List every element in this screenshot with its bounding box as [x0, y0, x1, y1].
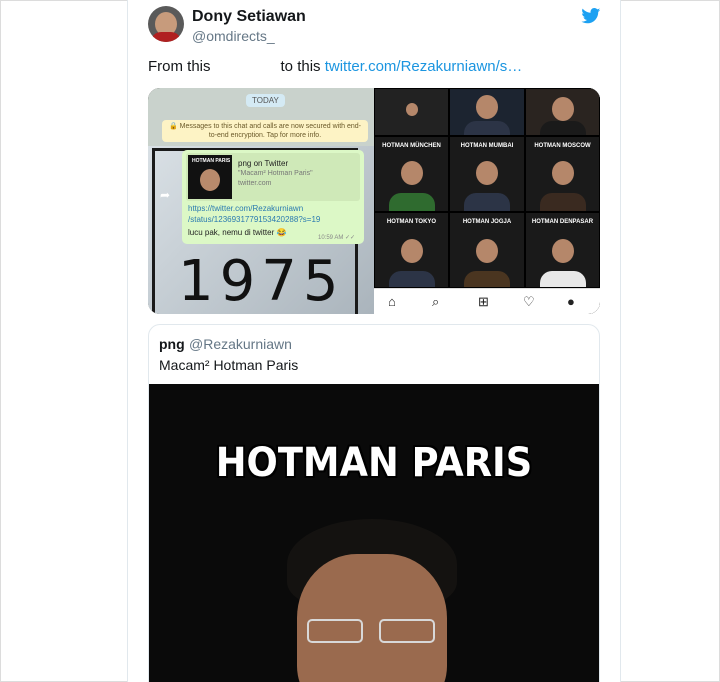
tile-portrait — [405, 103, 418, 116]
quoted-author-handle: @Rezakurniawn — [189, 336, 292, 352]
tile-suit — [464, 271, 510, 287]
portrait-tile — [449, 88, 525, 136]
collage-tile — [374, 88, 449, 136]
tile-suit — [388, 271, 435, 287]
quoted-tweet[interactable]: png @Rezakurniawn Macam² Hotman Paris HO… — [148, 324, 600, 682]
tile-moscow: HOTMAN MOSCOW — [525, 136, 600, 212]
heart-icon: ♡ — [523, 294, 535, 309]
search-icon: ⌕ — [432, 294, 440, 309]
tile-portrait — [551, 97, 574, 121]
media-grid[interactable]: TODAY 🔒 Messages to this chat and calls … — [148, 88, 600, 314]
message-link: https://twitter.com/Rezakurniawn /status… — [188, 203, 320, 225]
tile-suit — [464, 121, 510, 135]
tile-portrait — [476, 95, 498, 119]
portrait-tile — [525, 88, 600, 136]
tweet-text-from: From this — [148, 58, 211, 75]
add-post-icon: ⊞ — [478, 294, 489, 309]
message-text: lucu pak, nemu di twitter 😂 — [188, 228, 287, 237]
profile-icon: ● — [567, 294, 575, 309]
today-badge: TODAY — [246, 94, 285, 107]
message-time: 10:59 AM ✓✓ — [318, 235, 356, 241]
tile-portrait — [400, 161, 423, 185]
tile-mumbai: HOTMAN MUMBAI — [449, 136, 525, 212]
tile-label: HOTMAN JOGJA — [462, 219, 512, 225]
quoted-image[interactable]: HOTMAN PARIS — [149, 384, 599, 682]
tile-jogja: HOTMAN JOGJA — [449, 212, 525, 288]
preview-title: png on Twitter — [238, 159, 289, 168]
twitter-bird-icon[interactable] — [581, 8, 601, 24]
instagram-tiles: HOTMAN MÜNCHEN HOTMAN MUMBAI HOTMAN MOSC… — [374, 88, 600, 288]
encryption-notice: 🔒 Messages to this chat and calls are no… — [162, 120, 368, 142]
tweet-text: From this to this twitter.com/Rezakurniaw… — [148, 58, 522, 75]
preview-description: "Macam² Hotman Paris" — [238, 170, 313, 177]
preview-thumb-label: HOTMAN PARIS — [192, 158, 231, 164]
tile-portrait — [400, 239, 423, 263]
author-handle[interactable]: @omdirects_ — [192, 28, 275, 44]
tile-suit — [539, 271, 586, 287]
tile-portrait — [476, 239, 498, 263]
whatsapp-screenshot[interactable]: TODAY 🔒 Messages to this chat and calls … — [148, 88, 374, 314]
tile-label: HOTMAN TOKYO — [386, 219, 437, 225]
tile-suit — [464, 193, 510, 211]
tweet-card[interactable]: Dony Setiawan @omdirects_ From this to th… — [127, 0, 621, 682]
share-icon: ➦ — [160, 188, 171, 202]
preview-url: twitter.com — [238, 180, 272, 187]
tile-denpasar: HOTMAN DENPASAR — [525, 212, 600, 288]
tile-suit — [539, 121, 586, 135]
tile-label: HOTMAN MOSCOW — [534, 143, 591, 149]
encryption-notice-text: Messages to this chat and calls are now … — [179, 123, 361, 139]
tile-suit — [388, 193, 435, 211]
tweet-link[interactable]: twitter.com/Rezakurniawn/s… — [325, 58, 523, 75]
preview-thumbnail: HOTMAN PARIS — [188, 155, 232, 199]
meme-title: HOTMAN PARIS — [215, 440, 533, 486]
home-icon: ⌂ — [388, 294, 396, 309]
tile-label: HOTMAN DENPASAR — [531, 219, 594, 225]
tile-portrait — [551, 239, 574, 263]
portrait-glasses — [307, 619, 439, 645]
background-year: 1975 — [178, 249, 345, 314]
tile-portrait — [551, 161, 574, 185]
tile-portrait — [476, 161, 498, 185]
portrait-face — [297, 554, 447, 682]
avatar-shirt — [151, 32, 181, 42]
instagram-grid-screenshot[interactable]: HOTMAN MÜNCHEN HOTMAN MUMBAI HOTMAN MOSC… — [374, 88, 600, 314]
tile-label: HOTMAN MUMBAI — [460, 143, 514, 149]
avatar[interactable] — [148, 6, 184, 42]
tile-munchen: HOTMAN MÜNCHEN — [374, 136, 449, 212]
tile-label: HOTMAN MÜNCHEN — [382, 143, 441, 149]
message-link-line1: https://twitter.com/Rezakurniawn — [188, 204, 304, 213]
tile-suit — [539, 193, 586, 211]
tile-tokyo: HOTMAN TOKYO — [374, 212, 449, 288]
preview-thumb-face — [200, 169, 220, 191]
quoted-text: Macam² Hotman Paris — [159, 357, 299, 373]
tweet-text-to: to this — [280, 58, 321, 75]
quoted-author-name: png — [159, 336, 185, 352]
message-link-line2: /status/1236931779153420288?s=19 — [188, 215, 321, 224]
instagram-nav-bar: ⌂ ⌕ ⊞ ♡ ● — [374, 288, 600, 314]
author-name[interactable]: Dony Setiawan — [192, 8, 306, 26]
